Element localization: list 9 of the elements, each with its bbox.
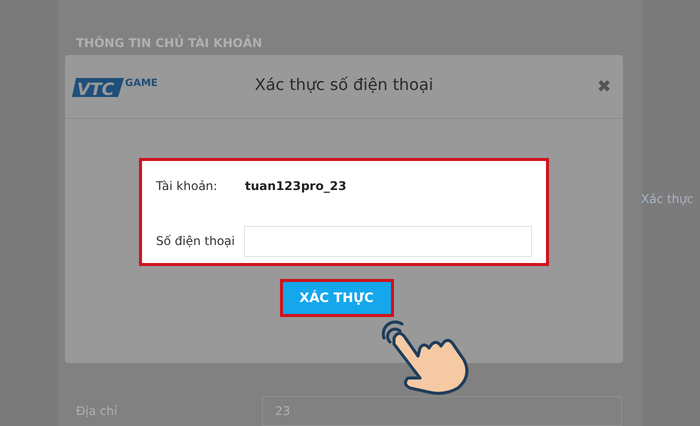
account-value: tuan123pro_23 <box>245 179 346 193</box>
verify-link[interactable]: Xác thực <box>641 192 694 206</box>
phone-field[interactable] <box>244 226 532 256</box>
phone-label: Số điện thoại <box>156 234 236 248</box>
logo: VTC GAME <box>72 74 158 100</box>
account-label: Tài khoản: <box>156 179 218 193</box>
dialog-title: Xác thực số điện thoại <box>254 75 434 94</box>
verify-button[interactable]: XÁC THỰC <box>280 279 394 317</box>
close-button[interactable]: ✖ <box>597 78 611 95</box>
